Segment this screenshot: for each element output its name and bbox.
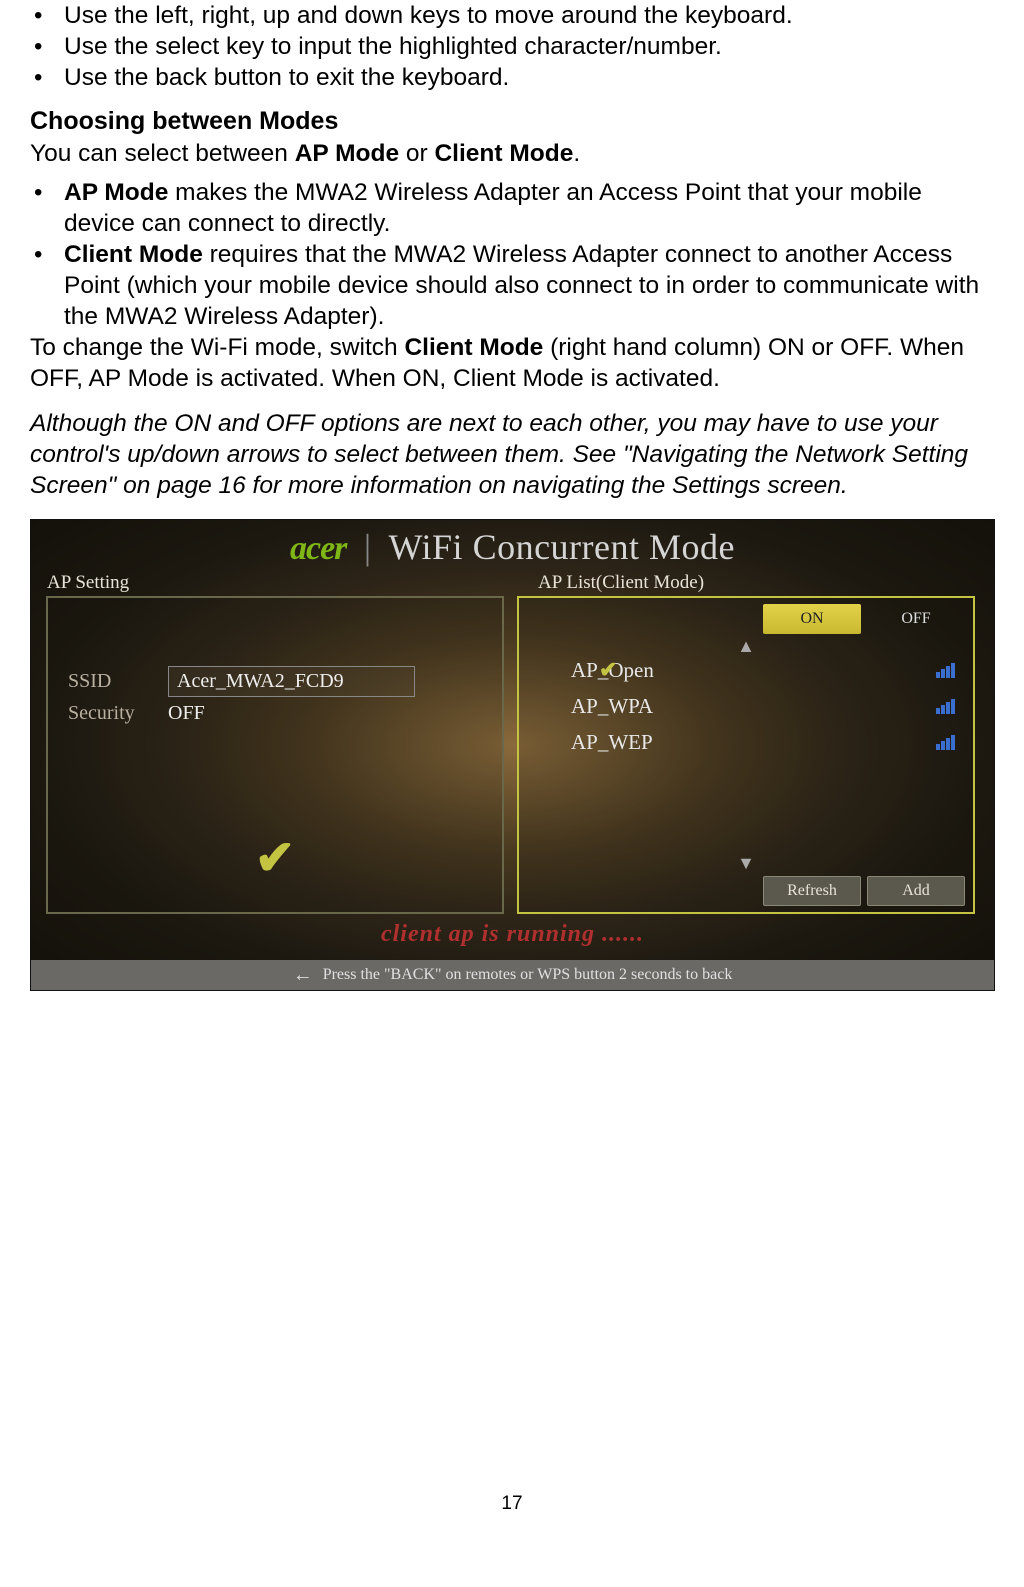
refresh-button[interactable]: Refresh [763,876,861,906]
intro-c: or [399,140,434,167]
page-number: 17 [501,1493,522,1515]
intro-e: . [573,140,580,167]
title-separator: | [364,527,372,567]
note-paragraph: Although the ON and OFF options are next… [30,408,994,501]
chevron-down-icon[interactable]: ▼ [737,853,755,874]
signal-icon [936,735,955,750]
wifi-settings-screenshot: acer | WiFi Concurrent Mode AP Setting A… [30,519,995,991]
ssid-label: SSID [68,670,168,693]
mode-bullet-ap: AP Mode makes the MWA2 Wireless Adapter … [30,177,994,239]
toggle-on-button[interactable]: ON [763,604,861,634]
change-para: To change the Wi-Fi mode, switch Client … [30,332,994,394]
brand-logo: acer [290,530,346,567]
ap-list-heading: AP List(Client Mode) [538,572,704,594]
ap-item-2-label: AP_WPA [571,694,653,719]
selected-check-icon: ✔ [599,657,617,683]
change-b: Client Mode [404,334,543,361]
intro-a: You can select between [30,140,295,167]
back-arrow-icon: ← [293,964,313,987]
bullet-2: Use the select key to input the highligh… [30,31,994,62]
mode-intro: You can select between AP Mode or Client… [30,138,994,169]
intro-b: AP Mode [295,140,399,167]
help-text: Press the "BACK" on remotes or WPS butto… [323,966,733,984]
confirm-check-icon[interactable]: ✔ [255,830,295,886]
security-label: Security [68,702,168,725]
intro-bullets: Use the left, right, up and down keys to… [30,0,994,93]
mode-bullet-ap-bold: AP Mode [64,179,168,206]
ap-setting-panel: SSID Acer_MWA2_FCD9 Security OFF ✔ [46,596,504,914]
bullet-3: Use the back button to exit the keyboard… [30,62,994,93]
ap-item-3-label: AP_WEP [571,730,653,755]
change-a: To change the Wi-Fi mode, switch [30,334,404,361]
mode-bullet-client: Client Mode requires that the MWA2 Wirel… [30,239,994,332]
client-mode-toggle[interactable]: ON OFF [763,604,965,634]
ap-item-2[interactable]: AP_WPA [571,690,961,722]
ap-item-3[interactable]: AP_WEP [571,726,961,758]
section-heading: Choosing between Modes [30,107,994,136]
bullet-1: Use the left, right, up and down keys to… [30,0,994,31]
screenshot-title-bar: acer | WiFi Concurrent Mode [31,526,994,568]
ap-item-1[interactable]: ✔ AP_Open [571,654,961,686]
status-message: client ap is running ...... [31,921,994,948]
security-value[interactable]: OFF [168,702,205,725]
signal-icon [936,663,955,678]
help-bar: ← Press the "BACK" on remotes or WPS but… [31,960,994,990]
ssid-field[interactable]: Acer_MWA2_FCD9 [168,666,415,697]
intro-d: Client Mode [434,140,573,167]
mode-bullets: AP Mode makes the MWA2 Wireless Adapter … [30,177,994,332]
ap-setting-heading: AP Setting [47,572,129,594]
ssid-row: SSID Acer_MWA2_FCD9 [68,666,415,697]
ap-list-panel: ON OFF ▲ ✔ AP_Open AP_WPA AP_WEP [517,596,975,914]
screenshot-title: WiFi Concurrent Mode [389,527,736,567]
security-row: Security OFF [68,702,205,725]
mode-bullet-client-bold: Client Mode [64,241,203,268]
signal-icon [936,699,955,714]
mode-bullet-ap-text: makes the MWA2 Wireless Adapter an Acces… [64,179,922,237]
add-button[interactable]: Add [867,876,965,906]
toggle-off-button[interactable]: OFF [867,604,965,634]
